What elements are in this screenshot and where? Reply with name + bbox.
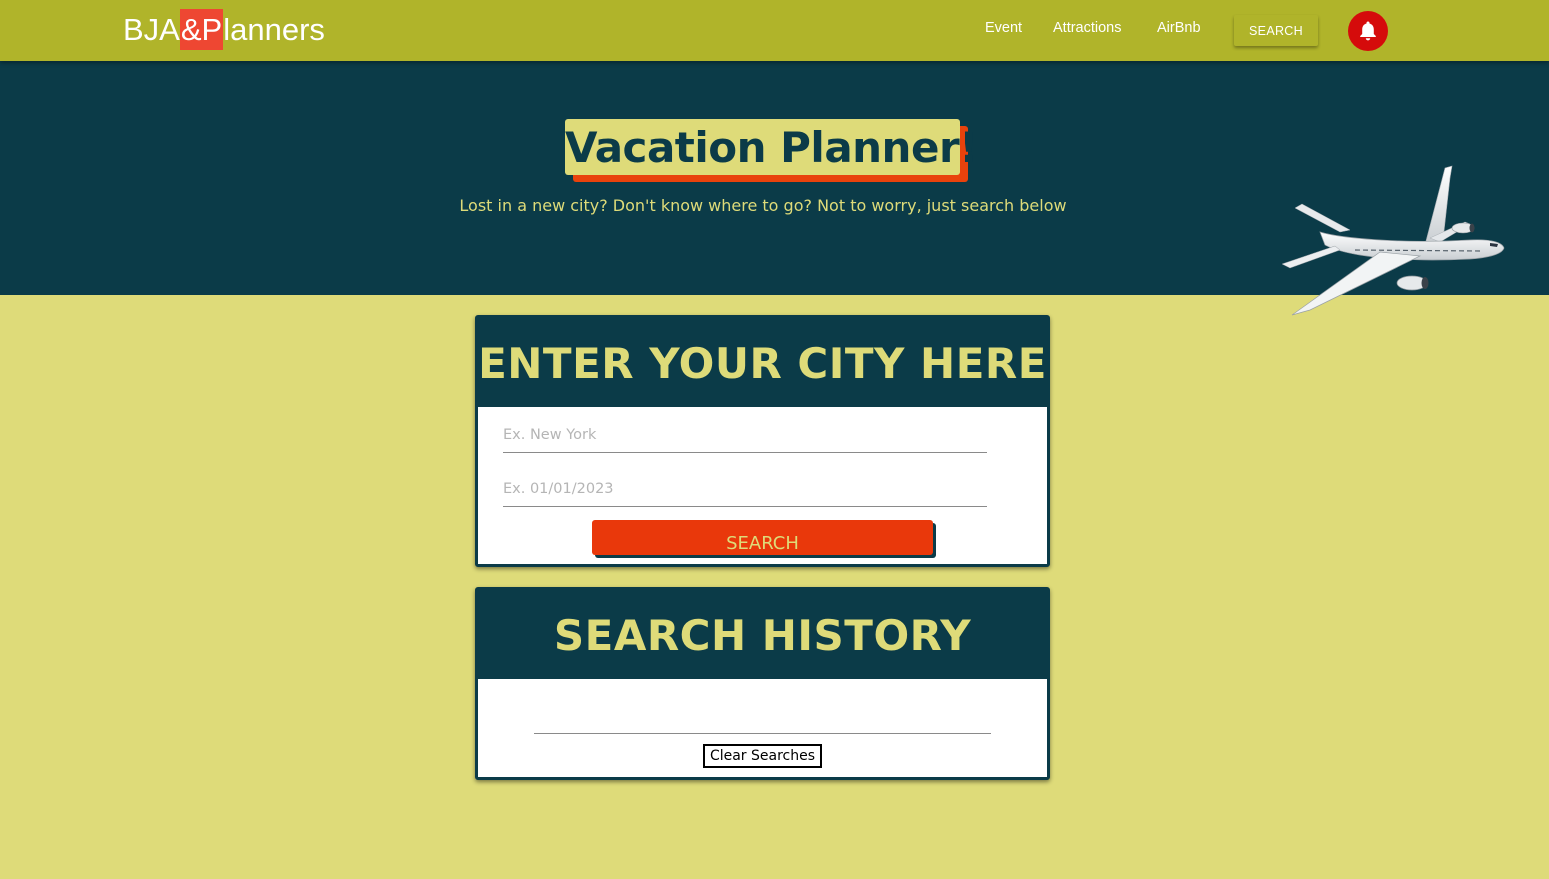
nav-link-event[interactable]: Event [985, 20, 1022, 36]
search-button-wrap: SEARCH [592, 520, 938, 558]
brand-prefix: BJA [123, 12, 180, 47]
city-input[interactable] [503, 417, 987, 453]
date-input[interactable] [503, 471, 987, 507]
clear-searches-button[interactable]: Clear Searches [703, 744, 822, 768]
nav-link-airbnb[interactable]: AirBnb [1157, 20, 1201, 36]
nav-search-button[interactable]: SEARCH [1234, 15, 1318, 46]
airplane-image [1281, 165, 1505, 316]
city-card-heading: ENTER YOUR CITY HERE [478, 318, 1047, 407]
bell-icon [1360, 21, 1376, 41]
search-button[interactable]: SEARCH [592, 520, 933, 555]
brand-logo[interactable]: BJA&Planners [123, 9, 325, 50]
notification-button[interactable] [1348, 11, 1388, 51]
top-navbar: BJA&Planners Event Attractions AirBnb SE… [0, 0, 1549, 61]
history-card-heading: SEARCH HISTORY [478, 590, 1047, 679]
nav-link-attractions[interactable]: Attractions [1053, 20, 1122, 36]
hero-title-box: Vacation Planner! [565, 119, 978, 182]
city-search-card: ENTER YOUR CITY HERE SEARCH [475, 315, 1050, 567]
brand-highlight: &P [179, 9, 224, 50]
brand-suffix: lanners [223, 12, 325, 47]
search-history-card: SEARCH HISTORY Clear Searches [475, 587, 1050, 780]
page-title: Vacation Planner! [565, 119, 978, 175]
history-divider [534, 733, 991, 734]
